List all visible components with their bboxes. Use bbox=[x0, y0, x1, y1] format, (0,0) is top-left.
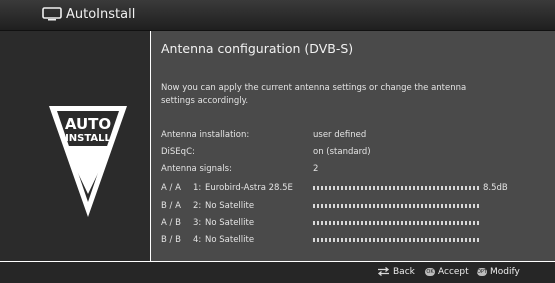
signal-level-value: 8.5dB bbox=[483, 183, 508, 193]
description-text: Now you can apply the current antenna se… bbox=[161, 83, 467, 106]
page-title: Antenna configuration (DVB-S) bbox=[161, 41, 354, 56]
ok-key-icon: OK bbox=[425, 267, 435, 276]
title-bar: AutoInstall bbox=[0, 0, 555, 31]
logo-line-1: AUTO bbox=[65, 115, 111, 133]
opt-key-icon: OPT bbox=[477, 267, 488, 276]
autoinstall-screen: AutoInstall AUTO INSTALL Antenna configu… bbox=[0, 0, 555, 283]
back-label: Back bbox=[393, 267, 415, 277]
logo-line-2: INSTALL bbox=[65, 133, 111, 144]
autoinstall-logo-icon: AUTO INSTALL bbox=[49, 106, 127, 217]
info-label: DiSEqC: bbox=[161, 147, 195, 157]
signal-number: 3: bbox=[193, 218, 202, 228]
back-arrows-icon bbox=[377, 267, 390, 276]
signal-number: 4: bbox=[193, 235, 202, 245]
main-panel: Antenna configuration (DVB-S) Now you ca… bbox=[151, 31, 555, 261]
button-hint-bar: Back OK Accept OPT Modify bbox=[0, 262, 555, 283]
info-label: Antenna installation: bbox=[161, 130, 250, 140]
signal-number: 1: bbox=[193, 183, 202, 193]
signal-satellite: No Satellite bbox=[205, 235, 255, 245]
info-value: user defined bbox=[313, 130, 367, 140]
accept-label: Accept bbox=[438, 267, 469, 277]
signal-satellite: No Satellite bbox=[205, 201, 255, 211]
signal-level-bar bbox=[313, 204, 479, 208]
signal-level-bar bbox=[313, 238, 479, 242]
signal-port: B / B bbox=[161, 235, 181, 245]
accept-button[interactable]: OK Accept bbox=[425, 265, 469, 279]
back-button[interactable]: Back bbox=[377, 265, 415, 279]
signal-port: A / A bbox=[161, 183, 181, 193]
modify-label: Modify bbox=[490, 267, 520, 277]
tv-icon bbox=[42, 7, 62, 21]
app-title: AutoInstall bbox=[66, 7, 136, 22]
info-value: on (standard) bbox=[313, 147, 371, 157]
info-label: Antenna signals: bbox=[161, 164, 232, 174]
signal-level-bar bbox=[313, 221, 479, 225]
signal-level-bar bbox=[313, 186, 479, 190]
info-value: 2 bbox=[313, 164, 319, 174]
signal-satellite: No Satellite bbox=[205, 218, 255, 228]
signal-number: 2: bbox=[193, 201, 202, 211]
signal-port: B / A bbox=[161, 201, 181, 211]
modify-button[interactable]: OPT Modify bbox=[477, 265, 520, 279]
left-panel: AUTO INSTALL bbox=[0, 31, 150, 261]
signal-satellite: Eurobird-Astra 28.5E bbox=[205, 183, 293, 193]
signal-port: A / B bbox=[161, 218, 181, 228]
